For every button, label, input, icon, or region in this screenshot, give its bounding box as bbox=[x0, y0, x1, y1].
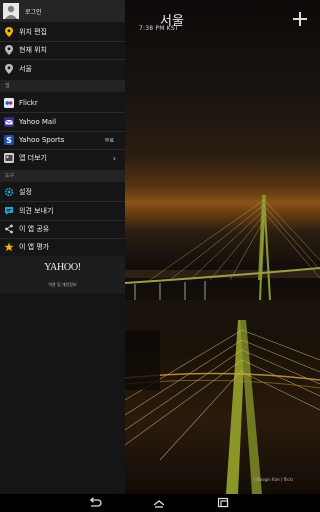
navigation-drawer: 로그인 위치 편집 현재 위치 서울 앱 Flickr Yahoo Mail S… bbox=[0, 0, 125, 494]
star-icon bbox=[4, 242, 14, 252]
current-location-label: 현재 위치 bbox=[19, 46, 47, 54]
system-navigation-bar bbox=[0, 494, 320, 512]
apps-section-header: 앱 bbox=[0, 80, 125, 92]
send-feedback-item[interactable]: 의견 보내기 bbox=[0, 202, 125, 220]
free-badge: 무료 bbox=[104, 137, 114, 144]
more-apps-label: 앱 더보기 bbox=[19, 154, 47, 162]
share-icon bbox=[4, 224, 14, 234]
apps-section-label: 앱 bbox=[5, 83, 10, 89]
svg-text:S: S bbox=[6, 136, 12, 145]
login-row[interactable]: 로그인 bbox=[0, 0, 125, 22]
login-label: 로그인 bbox=[25, 8, 42, 16]
drawer-footer: YAHOO! 약관 및 개인정보 bbox=[0, 256, 125, 294]
yahoo-mail-label: Yahoo Mail bbox=[19, 118, 57, 126]
flickr-label: Flickr bbox=[19, 99, 38, 107]
share-app-item[interactable]: 이 앱 공유 bbox=[0, 220, 125, 238]
avatar-icon bbox=[3, 3, 19, 19]
rate-app-item[interactable]: 이 앱 평가 bbox=[0, 238, 125, 256]
location-pin-icon bbox=[4, 64, 14, 74]
gear-icon bbox=[4, 187, 14, 197]
tools-section-header: 도구 bbox=[0, 170, 125, 182]
recent-apps-icon[interactable] bbox=[216, 497, 230, 509]
flickr-item[interactable]: Flickr bbox=[0, 94, 125, 112]
seoul-location-label: 서울 bbox=[19, 65, 32, 73]
location-pin-icon bbox=[4, 45, 14, 55]
local-time: 7:38 PM KST bbox=[139, 25, 179, 32]
chevron-right-icon: › bbox=[112, 153, 116, 163]
more-apps-icon bbox=[4, 153, 14, 163]
location-pin-icon bbox=[4, 27, 14, 37]
edit-locations-item[interactable]: 위치 편집 bbox=[0, 23, 125, 41]
current-location-item[interactable]: 현재 위치 bbox=[0, 41, 125, 59]
send-feedback-label: 의견 보내기 bbox=[19, 207, 54, 215]
yahoo-logo: YAHOO! bbox=[44, 262, 81, 273]
back-icon[interactable] bbox=[88, 497, 102, 509]
yahoo-sports-item[interactable]: S Yahoo Sports 무료 bbox=[0, 131, 125, 149]
settings-item[interactable]: 설정 bbox=[0, 183, 125, 201]
seoul-location-item[interactable]: 서울 bbox=[0, 60, 125, 78]
more-apps-item[interactable]: 앱 더보기 › bbox=[0, 149, 125, 167]
share-app-label: 이 앱 공유 bbox=[19, 225, 50, 233]
sports-icon: S bbox=[4, 135, 14, 145]
home-icon[interactable] bbox=[152, 497, 166, 509]
terms-privacy-link[interactable]: 약관 및 개인정보 bbox=[0, 282, 125, 288]
tools-section-label: 도구 bbox=[5, 173, 15, 179]
feedback-icon bbox=[4, 206, 14, 216]
yahoo-mail-item[interactable]: Yahoo Mail bbox=[0, 113, 125, 131]
yahoo-sports-label: Yahoo Sports bbox=[19, 136, 65, 144]
settings-label: 설정 bbox=[19, 188, 32, 196]
add-location-icon[interactable] bbox=[291, 10, 309, 28]
photo-credit[interactable]: ⓒBaegin Kim | flickr bbox=[253, 477, 293, 483]
rate-app-label: 이 앱 평가 bbox=[19, 243, 50, 251]
edit-locations-label: 위치 편집 bbox=[19, 28, 47, 36]
flickr-icon bbox=[4, 98, 14, 108]
mail-icon bbox=[4, 117, 14, 127]
